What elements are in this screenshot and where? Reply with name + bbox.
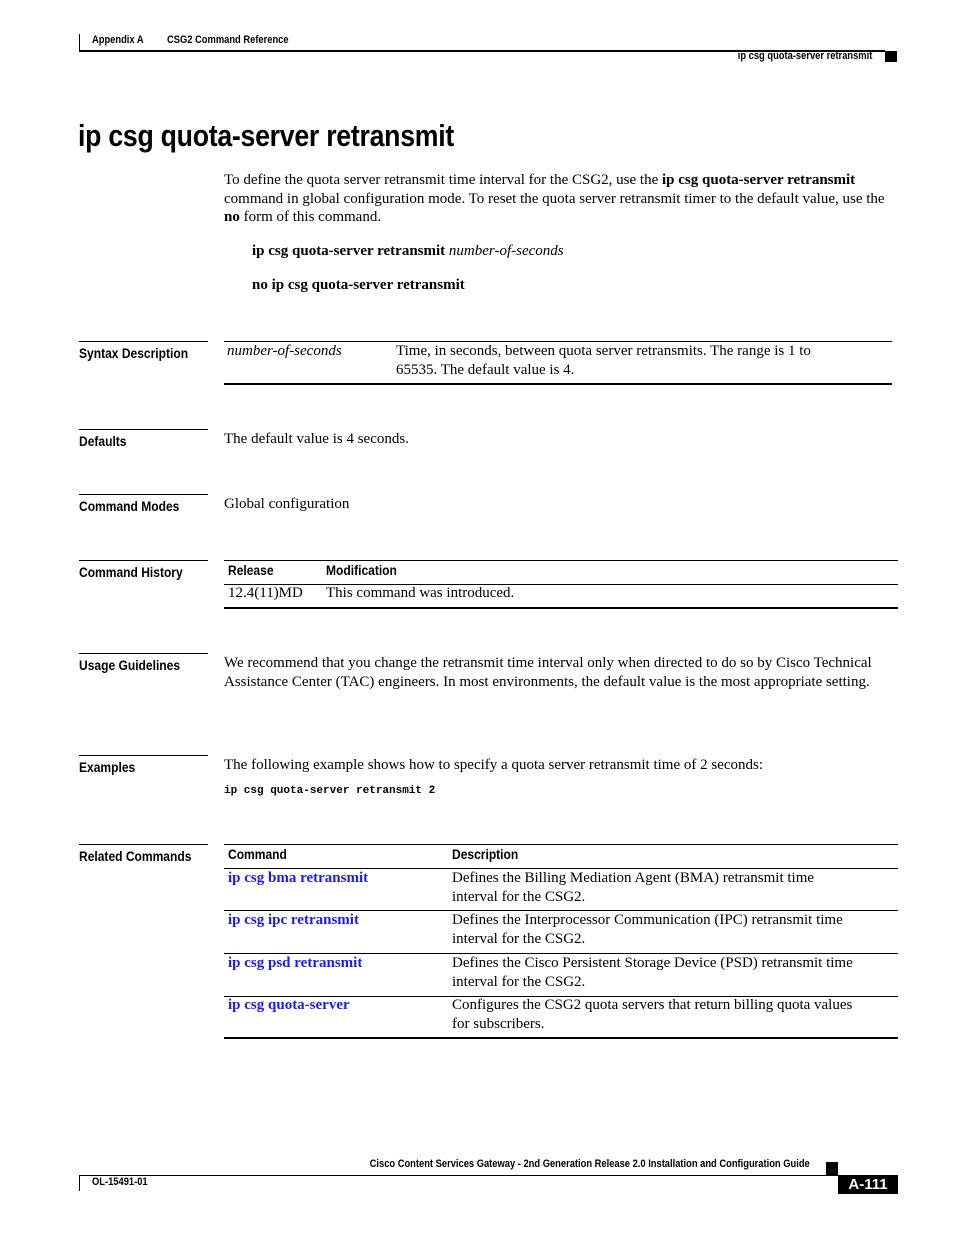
syntax-no-line: no ip csg quota-server retransmit bbox=[252, 276, 465, 295]
related-command-link[interactable]: ip csg bma retransmit bbox=[228, 869, 368, 888]
related-command-link[interactable]: ip csg ipc retransmit bbox=[228, 911, 359, 930]
example-code: ip csg quota-server retransmit 2 bbox=[224, 785, 436, 797]
related-command-description: Configures the CSG2 quota servers that r… bbox=[452, 997, 853, 1032]
history-modification: This command was introduced. bbox=[326, 585, 515, 601]
history-header-release: Release bbox=[228, 562, 274, 578]
intro-text: To define the quota server retransmit ti… bbox=[224, 172, 662, 188]
footer-left-rule bbox=[79, 1175, 80, 1191]
page-number: A-111 bbox=[838, 1175, 898, 1194]
related-header-description: Description bbox=[452, 846, 519, 862]
intro-no-keyword: no bbox=[224, 209, 240, 225]
section-label-related-commands: Related Commands bbox=[79, 844, 208, 864]
syntax-command: ip csg quota-server retransmit bbox=[252, 243, 446, 259]
related-command-description: Defines the Cisco Persistent Storage Dev… bbox=[452, 955, 853, 990]
syntax-param-description: Time, in seconds, between quota server r… bbox=[396, 343, 811, 378]
command-modes-text: Global configuration bbox=[224, 496, 350, 512]
section-label-examples: Examples bbox=[79, 755, 208, 775]
footer-marker-block bbox=[826, 1162, 838, 1175]
syntax-line: ip csg quota-server retransmit number-of… bbox=[252, 242, 564, 261]
syntax-no-command: no ip csg quota-server retransmit bbox=[252, 277, 465, 293]
section-label-syntax-description: Syntax Description bbox=[79, 341, 208, 361]
section-label-defaults: Defaults bbox=[79, 429, 208, 449]
syntax-argument: number-of-seconds bbox=[448, 243, 564, 259]
header-running-title: ip csg quota-server retransmit bbox=[737, 50, 872, 62]
footer-doc-number: OL-15491-01 bbox=[92, 1176, 148, 1188]
header-left-rule bbox=[79, 34, 80, 50]
table-rule bbox=[224, 1037, 898, 1039]
history-header-modification: Modification bbox=[326, 562, 397, 578]
section-label-command-modes: Command Modes bbox=[79, 494, 208, 514]
defaults-text: The default value is 4 seconds. bbox=[224, 431, 409, 447]
table-rule bbox=[224, 560, 898, 561]
intro-paragraph: To define the quota server retransmit ti… bbox=[224, 171, 899, 227]
header-chapter: CSG2 Command Reference bbox=[167, 34, 289, 46]
page-title: ip csg quota-server retransmit bbox=[78, 118, 454, 153]
related-command-description: Defines the Billing Mediation Agent (BMA… bbox=[452, 870, 815, 905]
related-command-description: Defines the Interprocessor Communication… bbox=[452, 912, 843, 947]
section-label-usage-guidelines: Usage Guidelines bbox=[79, 653, 208, 673]
table-rule bbox=[224, 844, 898, 845]
footer-guide-title: Cisco Content Services Gateway - 2nd Gen… bbox=[369, 1158, 810, 1170]
intro-command: ip csg quota-server retransmit bbox=[662, 172, 856, 188]
table-rule bbox=[224, 607, 898, 609]
examples-text: The following example shows how to speci… bbox=[224, 757, 764, 773]
history-release: 12.4(11)MD bbox=[228, 585, 303, 601]
intro-text: form of this command. bbox=[239, 209, 382, 225]
usage-guidelines-text: We recommend that you change the retrans… bbox=[224, 655, 872, 690]
section-label-command-history: Command History bbox=[79, 560, 208, 580]
related-command-link[interactable]: ip csg quota-server bbox=[228, 996, 350, 1015]
table-rule bbox=[224, 383, 892, 385]
intro-text: command in global configuration mode. To… bbox=[224, 190, 885, 207]
syntax-param: number-of-seconds bbox=[227, 343, 342, 359]
related-command-link[interactable]: ip csg psd retransmit bbox=[228, 954, 362, 973]
footer-rule bbox=[79, 1175, 838, 1176]
related-header-command: Command bbox=[228, 846, 287, 862]
header-marker-block bbox=[885, 51, 897, 62]
header-appendix: Appendix A bbox=[92, 34, 144, 46]
